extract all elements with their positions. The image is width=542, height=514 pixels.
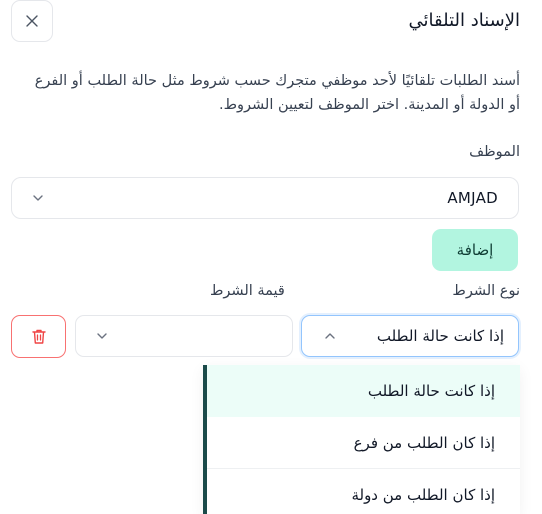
condition-type-select[interactable]: إذا كانت حالة الطلب (301, 315, 519, 357)
dropdown-option-order-status[interactable]: إذا كانت حالة الطلب (207, 365, 520, 417)
chevron-down-icon (97, 333, 107, 339)
description-text: أسند الطلبات تلقائيًا لأحد موظفي متجرك ح… (34, 73, 520, 113)
condition-value-select[interactable] (75, 315, 293, 357)
chevron-down-icon (33, 195, 43, 201)
condition-type-dropdown: إذا كانت حالة الطلب إذا كان الطلب من فرع… (203, 365, 520, 514)
employee-select[interactable]: AMJAD (11, 177, 519, 219)
condition-type-selected-value: إذا كانت حالة الطلب (376, 327, 504, 345)
dropdown-option-country[interactable]: إذا كان الطلب من دولة (207, 469, 520, 514)
condition-type-label: نوع الشرط (452, 283, 520, 299)
add-button[interactable]: إضافة (432, 229, 518, 271)
chevron-up-icon (325, 333, 335, 339)
dropdown-option-branch[interactable]: إذا كان الطلب من فرع (207, 417, 520, 469)
trash-icon (31, 329, 46, 344)
condition-value-label: قيمة الشرط (210, 283, 285, 299)
page-title: الإسناد التلقائي (408, 10, 520, 31)
employee-label: الموظف (469, 144, 520, 160)
close-icon (26, 15, 38, 27)
close-button[interactable] (11, 0, 53, 42)
delete-condition-button[interactable] (11, 315, 66, 358)
employee-selected-value: AMJAD (447, 189, 498, 207)
